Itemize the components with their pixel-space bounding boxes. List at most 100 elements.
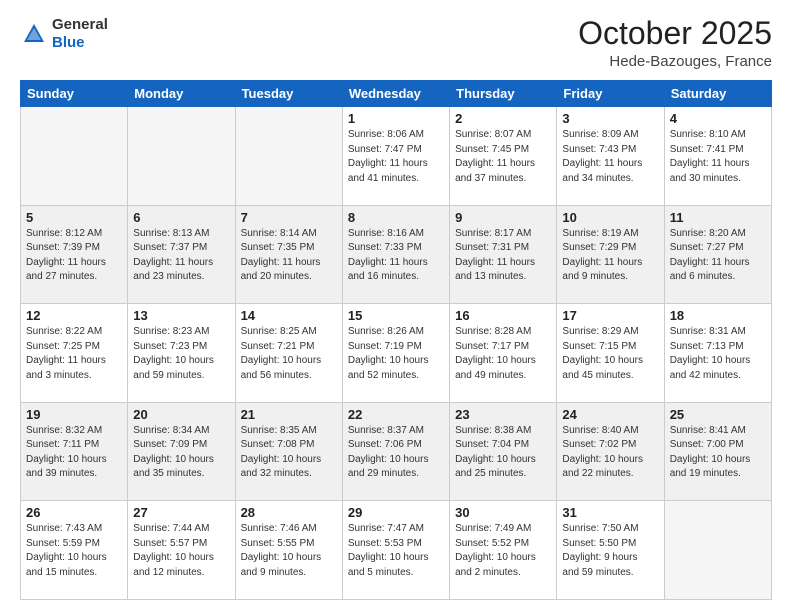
day-info: Sunrise: 8:20 AMSunset: 7:27 PMDaylight:… — [670, 227, 766, 285]
calendar-cell: 5Sunrise: 8:12 AMSunset: 7:39 PMDaylight… — [21, 205, 128, 304]
day-number: 10 — [562, 210, 658, 225]
day-number: 9 — [455, 210, 551, 225]
day-number: 25 — [670, 407, 766, 422]
day-number: 4 — [670, 111, 766, 126]
day-info: Sunrise: 8:25 AMSunset: 7:21 PMDaylight:… — [241, 325, 337, 383]
day-info: Sunrise: 8:19 AMSunset: 7:29 PMDaylight:… — [562, 227, 658, 285]
calendar-cell: 23Sunrise: 8:38 AMSunset: 7:04 PMDayligh… — [450, 402, 557, 501]
day-number: 3 — [562, 111, 658, 126]
day-number: 7 — [241, 210, 337, 225]
day-number: 16 — [455, 308, 551, 323]
calendar-cell: 16 Sunrise: 8:28 AMSunset: 7:17 PMDayligh… — [450, 304, 557, 403]
day-info: Sunrise: 8:09 AMSunset: 7:43 PMDaylight:… — [562, 128, 658, 186]
day-info: Sunrise: 8:10 AMSunset: 7:41 PMDaylight:… — [670, 128, 766, 186]
day-info: Sunrise: 8:16 AMSunset: 7:33 PMDaylight:… — [348, 227, 444, 285]
day-info: Sunrise: 8:28 AMSunset: 7:17 PMDaylight:… — [455, 325, 551, 383]
day-number: 18 — [670, 308, 766, 323]
day-number: 12 — [26, 308, 122, 323]
calendar-cell — [128, 107, 235, 206]
calendar-cell: 29Sunrise: 7:47 AMSunset: 5:53 PMDayligh… — [342, 501, 449, 600]
day-header-tuesday: Tuesday — [235, 81, 342, 107]
day-info: Sunrise: 7:44 AMSunset: 5:57 PMDaylight:… — [133, 522, 229, 580]
calendar-cell: 4 Sunrise: 8:10 AMSunset: 7:41 PMDaylight… — [664, 107, 771, 206]
month-title: October 2025 — [578, 16, 772, 51]
day-number: 28 — [241, 505, 337, 520]
calendar-cell: 19 Sunrise: 8:32 AMSunset: 7:11 PMDayligh… — [21, 402, 128, 501]
day-info: Sunrise: 7:50 AMSunset: 5:50 PMDaylight:… — [562, 522, 658, 580]
calendar-cell: 9 Sunrise: 8:17 AMSunset: 7:31 PMDaylight… — [450, 205, 557, 304]
day-info: Sunrise: 8:13 AMSunset: 7:37 PMDaylight:… — [133, 227, 229, 285]
day-header-monday: Monday — [128, 81, 235, 107]
day-number: 26 — [26, 505, 122, 520]
logo-icon — [20, 20, 48, 48]
page: General Blue October 2025 Hede-Bazouges,… — [0, 0, 792, 612]
calendar-cell: 28 Sunrise: 7:46 AMSunset: 5:55 PMDayligh… — [235, 501, 342, 600]
day-number: 17 — [562, 308, 658, 323]
calendar-cell: 26 Sunrise: 7:43 AMSunset: 5:59 PMDayligh… — [21, 501, 128, 600]
day-info: Sunrise: 8:26 AMSunset: 7:19 PMDaylight:… — [348, 325, 444, 383]
day-number: 22 — [348, 407, 444, 422]
day-number: 20 — [133, 407, 229, 422]
day-number: 29 — [348, 505, 444, 520]
day-header-wednesday: Wednesday — [342, 81, 449, 107]
calendar-cell: 17Sunrise: 8:29 AMSunset: 7:15 PMDayligh… — [557, 304, 664, 403]
day-number: 8 — [348, 210, 444, 225]
calendar-week-row: 19 Sunrise: 8:32 AMSunset: 7:11 PMDayligh… — [21, 402, 772, 501]
day-info: Sunrise: 7:46 AMSunset: 5:55 PMDaylight:… — [241, 522, 337, 580]
day-info: Sunrise: 8:34 AMSunset: 7:09 PMDaylight:… — [133, 424, 229, 482]
calendar-cell: 15Sunrise: 8:26 AMSunset: 7:19 PMDayligh… — [342, 304, 449, 403]
day-number: 6 — [133, 210, 229, 225]
calendar-cell: 8 Sunrise: 8:16 AMSunset: 7:33 PMDaylight… — [342, 205, 449, 304]
calendar-cell: 24 Sunrise: 8:40 AMSunset: 7:02 PMDayligh… — [557, 402, 664, 501]
day-info: Sunrise: 8:23 AMSunset: 7:23 PMDaylight:… — [133, 325, 229, 383]
calendar-cell: 14 Sunrise: 8:25 AMSunset: 7:21 PMDayligh… — [235, 304, 342, 403]
day-header-sunday: Sunday — [21, 81, 128, 107]
logo-text: General Blue — [52, 16, 108, 52]
day-info: Sunrise: 8:12 AMSunset: 7:39 PMDaylight:… — [26, 227, 122, 285]
calendar-cell: 6 Sunrise: 8:13 AMSunset: 7:37 PMDaylight… — [128, 205, 235, 304]
calendar-cell: 22 Sunrise: 8:37 AMSunset: 7:06 PMDayligh… — [342, 402, 449, 501]
day-info: Sunrise: 8:37 AMSunset: 7:06 PMDaylight:… — [348, 424, 444, 482]
calendar-cell: 13 Sunrise: 8:23 AMSunset: 7:23 PMDayligh… — [128, 304, 235, 403]
day-number: 1 — [348, 111, 444, 126]
title-block: October 2025 Hede-Bazouges, France — [578, 16, 772, 70]
calendar-cell — [21, 107, 128, 206]
day-info: Sunrise: 7:43 AMSunset: 5:59 PMDaylight:… — [26, 522, 122, 580]
day-info: Sunrise: 7:49 AMSunset: 5:52 PMDaylight:… — [455, 522, 551, 580]
day-number: 24 — [562, 407, 658, 422]
day-number: 13 — [133, 308, 229, 323]
logo: General Blue — [20, 16, 108, 52]
day-info: Sunrise: 8:22 AMSunset: 7:25 PMDaylight:… — [26, 325, 122, 383]
calendar-week-row: 1Sunrise: 8:06 AMSunset: 7:47 PMDaylight… — [21, 107, 772, 206]
calendar-cell: 20 Sunrise: 8:34 AMSunset: 7:09 PMDayligh… — [128, 402, 235, 501]
location-title: Hede-Bazouges, France — [578, 53, 772, 70]
day-number: 2 — [455, 111, 551, 126]
calendar-week-row: 12 Sunrise: 8:22 AMSunset: 7:25 PMDayligh… — [21, 304, 772, 403]
calendar-cell: 7Sunrise: 8:14 AMSunset: 7:35 PMDaylight… — [235, 205, 342, 304]
header: General Blue October 2025 Hede-Bazouges,… — [20, 16, 772, 70]
calendar-cell: 27Sunrise: 7:44 AMSunset: 5:57 PMDayligh… — [128, 501, 235, 600]
calendar-cell: 31 Sunrise: 7:50 AMSunset: 5:50 PMDayligh… — [557, 501, 664, 600]
day-number: 19 — [26, 407, 122, 422]
day-number: 31 — [562, 505, 658, 520]
calendar-cell: 11 Sunrise: 8:20 AMSunset: 7:27 PMDayligh… — [664, 205, 771, 304]
day-number: 14 — [241, 308, 337, 323]
calendar-cell: 2Sunrise: 8:07 AMSunset: 7:45 PMDaylight… — [450, 107, 557, 206]
day-info: Sunrise: 8:35 AMSunset: 7:08 PMDaylight:… — [241, 424, 337, 482]
day-header-thursday: Thursday — [450, 81, 557, 107]
day-info: Sunrise: 8:32 AMSunset: 7:11 PMDaylight:… — [26, 424, 122, 482]
calendar-cell: 21 Sunrise: 8:35 AMSunset: 7:08 PMDayligh… — [235, 402, 342, 501]
day-info: Sunrise: 8:40 AMSunset: 7:02 PMDaylight:… — [562, 424, 658, 482]
day-info: Sunrise: 8:31 AMSunset: 7:13 PMDaylight:… — [670, 325, 766, 383]
day-number: 21 — [241, 407, 337, 422]
day-header-friday: Friday — [557, 81, 664, 107]
calendar-cell: 30Sunrise: 7:49 AMSunset: 5:52 PMDayligh… — [450, 501, 557, 600]
day-info: Sunrise: 8:17 AMSunset: 7:31 PMDaylight:… — [455, 227, 551, 285]
calendar-header-row: SundayMondayTuesdayWednesdayThursdayFrid… — [21, 81, 772, 107]
day-number: 11 — [670, 210, 766, 225]
calendar-week-row: 5Sunrise: 8:12 AMSunset: 7:39 PMDaylight… — [21, 205, 772, 304]
calendar-cell: 12 Sunrise: 8:22 AMSunset: 7:25 PMDayligh… — [21, 304, 128, 403]
day-header-saturday: Saturday — [664, 81, 771, 107]
calendar-table: SundayMondayTuesdayWednesdayThursdayFrid… — [20, 80, 772, 600]
day-number: 23 — [455, 407, 551, 422]
